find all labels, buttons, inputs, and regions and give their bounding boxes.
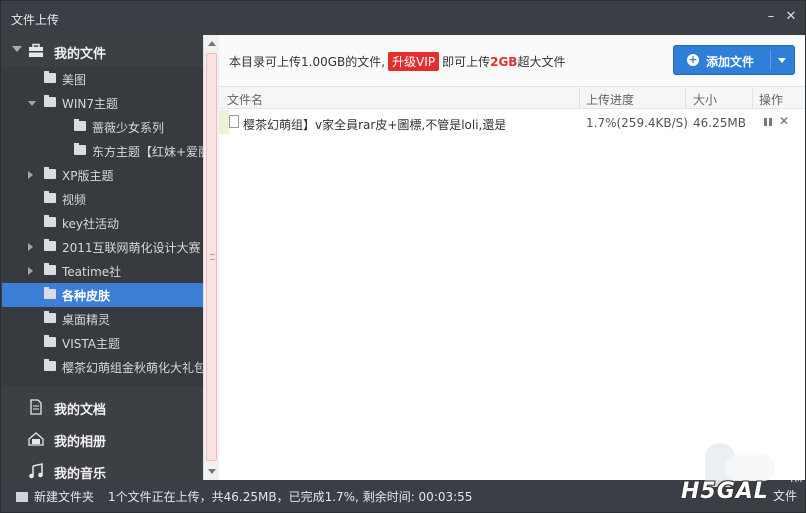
add-file-button[interactable]: + 添加文件 xyxy=(673,45,795,75)
scroll-down-icon[interactable] xyxy=(208,469,216,474)
tree-item[interactable]: 2011互联网萌化设计大赛 xyxy=(2,235,203,259)
minimize-icon[interactable]: – xyxy=(763,9,779,25)
chevron-right-icon[interactable] xyxy=(28,243,33,251)
tree-item-label: VISTA主题 xyxy=(62,337,120,351)
tree-item[interactable]: XP版主题 xyxy=(2,163,203,187)
tree-item-label: key社活动 xyxy=(62,217,120,231)
cancel-icon[interactable]: ✕ xyxy=(779,114,789,128)
folder-icon xyxy=(44,71,56,83)
scroll-up-icon[interactable] xyxy=(208,41,216,46)
new-folder-button[interactable]: 新建文件夹 xyxy=(16,488,94,505)
col-filename[interactable]: 文件名 xyxy=(227,91,263,108)
add-file-label: 添加文件 xyxy=(706,55,755,69)
folder-icon xyxy=(44,239,56,251)
file-icon xyxy=(229,115,239,128)
table-row[interactable]: 樱茶幻萌组】v家全員rar皮+圖標,不管是loli,還是正 1.7%(259.4… xyxy=(219,110,805,134)
folder-icon xyxy=(44,191,56,203)
tree-item-label: 各种皮肤 xyxy=(62,289,111,303)
folder-icon xyxy=(44,335,56,347)
tree-item[interactable]: 东方主题【红妹+爱丽丝 xyxy=(2,139,203,163)
quota-notice: 本目录可上传1.00GB的文件, 升级VIP 即可上传2GB超大文件 xyxy=(229,52,565,71)
chevron-down-icon[interactable] xyxy=(778,58,786,63)
tree-item[interactable]: 蔷薇少女系列 xyxy=(2,115,203,139)
upgrade-vip-button[interactable]: 升级VIP xyxy=(388,52,440,71)
tree-item-label: 2011互联网萌化设计大赛 xyxy=(62,241,201,255)
chevron-right-icon[interactable] xyxy=(28,171,33,179)
folder-icon xyxy=(74,119,86,131)
folder-icon xyxy=(44,95,56,107)
folder-icon xyxy=(44,167,56,179)
document-icon xyxy=(30,399,42,415)
chevron-down-icon xyxy=(12,46,22,52)
col-progress[interactable]: 上传进度 xyxy=(586,91,634,108)
main-panel: 本目录可上传1.00GB的文件, 升级VIP 即可上传2GB超大文件 + 添加文件 … xyxy=(219,35,805,480)
section-label: 我的文档 xyxy=(54,403,107,418)
sidebar-scrollbar[interactable] xyxy=(203,35,219,480)
tree-item[interactable]: 桌面精灵 xyxy=(2,307,203,331)
folder-icon xyxy=(44,359,56,371)
folder-icon xyxy=(74,143,86,155)
section-my-files[interactable]: 我的文件 xyxy=(2,35,203,67)
status-text: 1个文件正在上传，共46.25MB，已完成1.7%, 剩余时间: 00:03:5… xyxy=(108,490,473,504)
table-header: 文件名 上传进度 大小 操作 xyxy=(219,87,805,109)
tree-item-label: 桌面精灵 xyxy=(62,313,111,327)
folder-icon xyxy=(44,287,56,299)
watermark: H5GAL TM 文件 xyxy=(681,441,802,511)
tree-item[interactable]: 各种皮肤 xyxy=(2,283,203,307)
section-label: 我的文件 xyxy=(54,47,107,62)
folder-tree: 美图 WIN7主题蔷薇少女系列东方主题【红妹+爱丽丝 XP版主题视频 key社活动 20… xyxy=(2,67,203,387)
folder-icon xyxy=(44,263,56,275)
photo-album-icon xyxy=(28,432,44,446)
upload-window: 文件上传 – ✕ 我的文件 美图 WIN7主题蔷薇少女系列东方主题【红妹+爱丽丝 X… xyxy=(0,0,806,513)
section-my-docs[interactable]: 我的文档 xyxy=(2,391,203,423)
tree-item-label: 东方主题【红妹+爱丽丝 xyxy=(92,145,203,159)
tree-item-label: Teatime社 xyxy=(62,265,122,279)
tree-item[interactable]: Teatime社 xyxy=(2,259,203,283)
music-note-icon xyxy=(29,463,43,479)
tree-item[interactable]: key社活动 xyxy=(2,211,203,235)
file-size: 46.25MB xyxy=(693,116,746,130)
chevron-down-icon[interactable] xyxy=(28,101,36,106)
tree-item[interactable]: 美图 xyxy=(2,67,203,91)
watermark-logo: H5GAL xyxy=(681,479,769,504)
col-size[interactable]: 大小 xyxy=(693,91,717,108)
section-my-photos[interactable]: 我的相册 xyxy=(2,423,203,455)
tree-item[interactable]: VISTA主题 xyxy=(2,331,203,355)
pause-icon[interactable] xyxy=(764,118,772,126)
upload-progress: 1.7%(259.4KB/S) xyxy=(586,116,688,130)
progress-fill xyxy=(219,110,229,134)
plus-icon: + xyxy=(687,53,699,66)
section-label: 我的相册 xyxy=(54,435,107,450)
upload-toolbar: 本目录可上传1.00GB的文件, 升级VIP 即可上传2GB超大文件 + 添加文件 xyxy=(219,35,805,87)
tree-item-label: 樱茶幻萌组金秋萌化大礼包 xyxy=(62,361,203,375)
folder-add-icon xyxy=(16,492,28,502)
tree-item[interactable]: 视频 xyxy=(2,187,203,211)
sidebar: 我的文件 美图 WIN7主题蔷薇少女系列东方主题【红妹+爱丽丝 XP版主题视频 key… xyxy=(2,35,203,482)
briefcase-icon xyxy=(29,43,43,57)
tree-item-label: 视频 xyxy=(62,193,87,207)
close-icon[interactable]: ✕ xyxy=(783,9,799,25)
tree-item[interactable]: 樱茶幻萌组金秋萌化大礼包 xyxy=(2,355,203,379)
col-action: 操作 xyxy=(759,93,784,107)
chevron-right-icon[interactable] xyxy=(28,267,33,275)
file-name: 樱茶幻萌组】v家全員rar皮+圖標,不管是loli,還是正 xyxy=(243,118,505,132)
scroll-thumb[interactable] xyxy=(206,53,217,461)
tree-item[interactable]: WIN7主题 xyxy=(2,91,203,115)
tree-item-label: WIN7主题 xyxy=(62,97,119,111)
title-bar: 文件上传 – ✕ xyxy=(1,1,805,35)
window-title: 文件上传 xyxy=(11,13,60,27)
tree-item-label: XP版主题 xyxy=(62,169,114,183)
tree-item-label: 美图 xyxy=(62,73,87,87)
tree-item-label: 蔷薇少女系列 xyxy=(92,121,165,135)
folder-icon xyxy=(44,311,56,323)
folder-icon xyxy=(44,215,56,227)
